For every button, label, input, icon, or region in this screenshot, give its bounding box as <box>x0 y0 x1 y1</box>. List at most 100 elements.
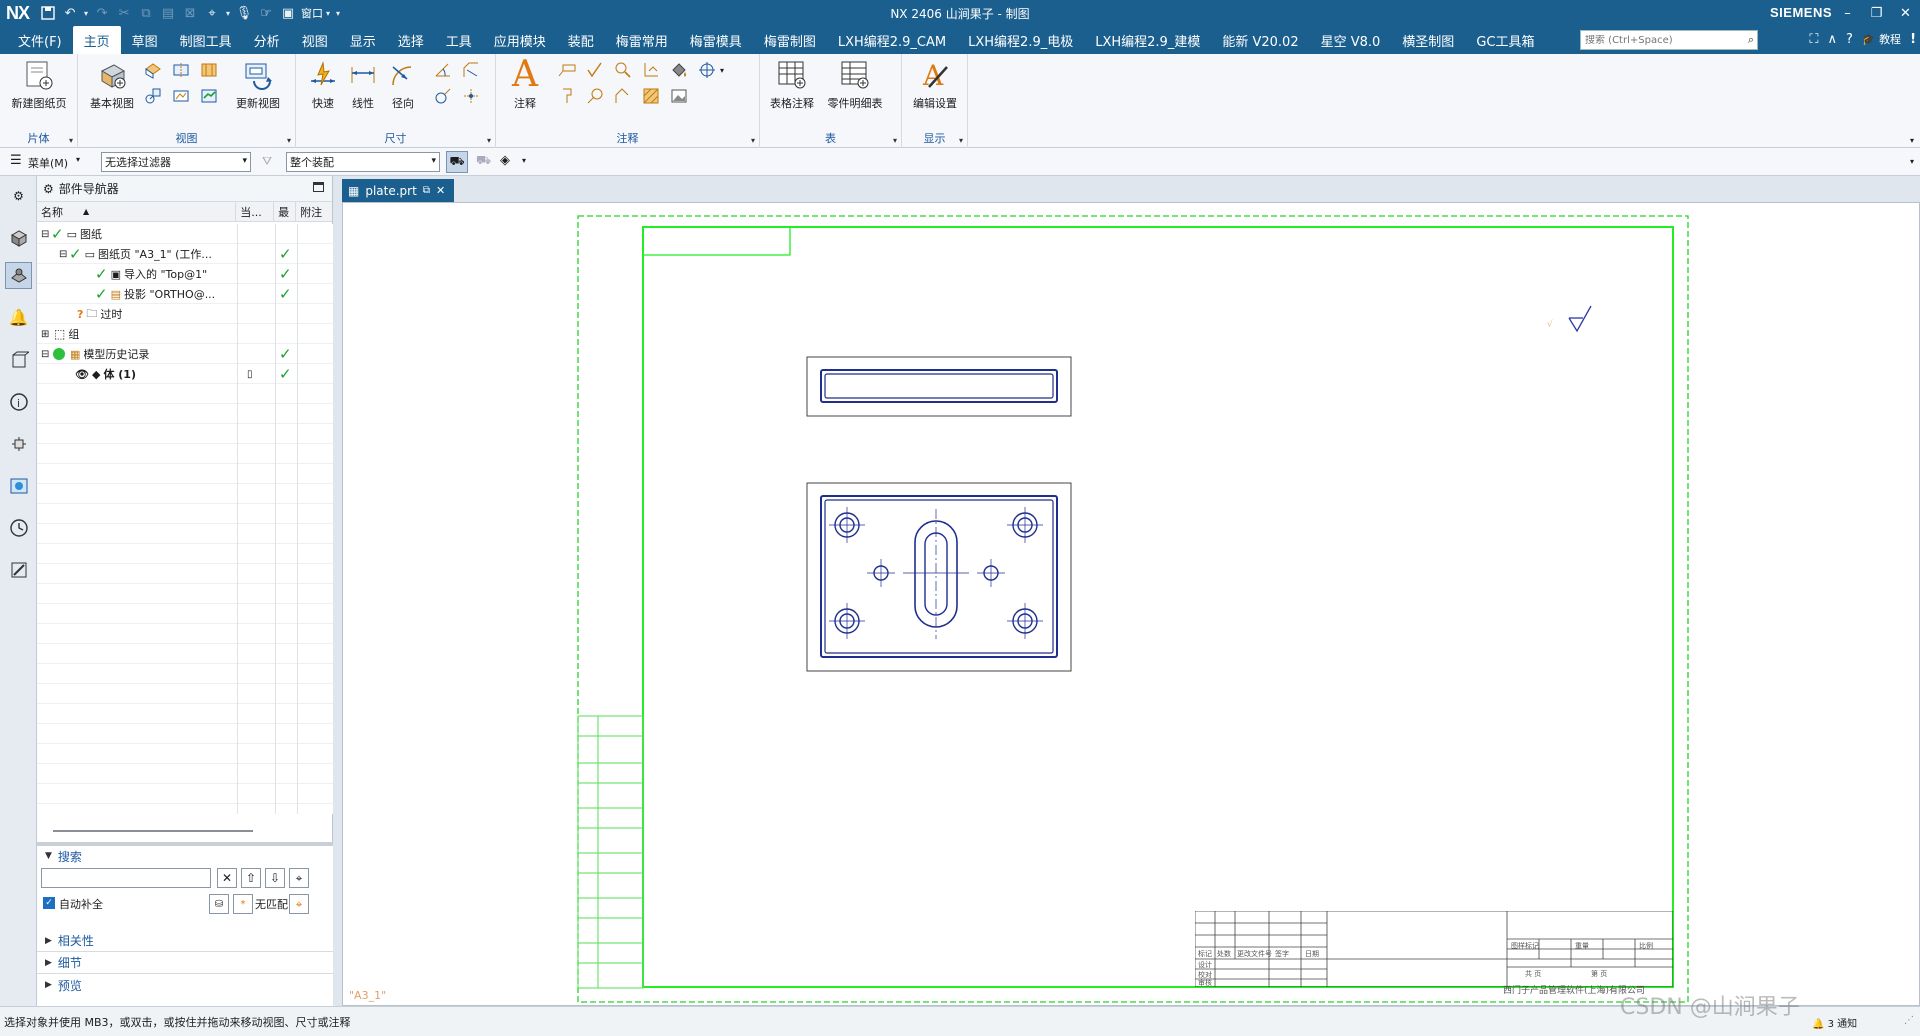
menu-item-12[interactable]: 梅雷模具 <box>679 26 753 54</box>
surface-finish-icon[interactable] <box>582 58 608 82</box>
collapse-icon[interactable]: ⊟ <box>59 249 69 260</box>
chevron-down-icon[interactable]: ▼ <box>45 851 52 861</box>
next-icon[interactable]: ⇩ <box>265 868 285 888</box>
notifications[interactable]: 🔔 3 通知 <box>1812 1015 1857 1030</box>
close-tab-icon[interactable]: ✕ <box>436 184 445 197</box>
tabular-note-button[interactable]: 表格注释 <box>762 58 822 111</box>
column-header-latest[interactable]: 最 <box>274 202 297 221</box>
weld-symbol-icon[interactable] <box>554 84 580 108</box>
microphone-icon[interactable]: 🎙 <box>233 3 255 23</box>
chevron-down-icon[interactable]: ▾ <box>333 3 343 23</box>
visible-eye-icon[interactable]: 👁 <box>75 368 89 381</box>
section-view-icon[interactable] <box>168 58 194 82</box>
maximize-panel-icon[interactable] <box>313 182 324 192</box>
resize-grip-icon[interactable]: ⋰ <box>1904 1015 1914 1026</box>
tutorial-link[interactable]: 🎓 教程 <box>1862 31 1901 47</box>
tree-node-body[interactable]: 👁 ◆ 体 (1) ▯ ✓ <box>37 364 333 384</box>
ribbon-options-icon[interactable]: ▾ <box>1910 136 1914 145</box>
web-browser-icon[interactable] <box>5 472 32 499</box>
restore-icon[interactable]: ❐ <box>1862 0 1891 26</box>
menu-item-13[interactable]: 梅雷制图 <box>753 26 827 54</box>
navigator-search-input[interactable] <box>41 868 211 888</box>
previous-icon[interactable]: ⇧ <box>241 868 261 888</box>
note-button[interactable]: A 注释 <box>498 57 552 111</box>
menu-item-19[interactable]: 横圣制图 <box>1391 26 1465 54</box>
fullscreen-icon[interactable]: ⛶ <box>1809 32 1818 47</box>
document-tab[interactable]: ▦ plate.prt ⧉ ✕ <box>342 179 454 202</box>
projected-view-icon[interactable] <box>140 58 166 82</box>
detail-view-icon[interactable] <box>196 58 222 82</box>
tree-node-drawing[interactable]: ⊟ ✓ ▭ 图纸 <box>37 224 333 244</box>
angular-dimension-icon[interactable] <box>430 58 456 82</box>
window-menu[interactable]: 窗口 <box>301 5 323 21</box>
menu-item-10[interactable]: 装配 <box>557 26 605 54</box>
tree-node-sheet[interactable]: ⊟ ✓ ▭ 图纸页 "A3_1" (工作... ✓ <box>37 244 333 264</box>
menu-item-9[interactable]: 应用模块 <box>483 26 557 54</box>
collapse-icon[interactable]: ⊟ <box>41 229 51 240</box>
menu-item-5[interactable]: 视图 <box>291 26 339 54</box>
locate-icon[interactable]: ⌖ <box>289 868 309 888</box>
save-icon[interactable] <box>37 3 59 23</box>
pop-out-icon[interactable]: ⧉ <box>423 185 430 196</box>
tree-node-outdated[interactable]: ? 🗀 过时 <box>37 304 333 324</box>
window-switch-icon[interactable]: ▣ <box>277 3 299 23</box>
minimize-icon[interactable]: – <box>1833 0 1862 26</box>
selection-filter-select[interactable]: 无选择过滤器 ▾ <box>101 152 251 172</box>
new-sheet-button[interactable]: 新建图纸页 <box>9 58 69 111</box>
reuse-library-icon[interactable] <box>5 346 32 373</box>
menu-item-1[interactable]: 主页 <box>72 26 121 54</box>
menu-item-11[interactable]: 梅雷常用 <box>605 26 679 54</box>
clear-icon[interactable]: ✕ <box>217 868 237 888</box>
chevron-down-icon[interactable]: ▾ <box>893 136 897 145</box>
column-header-name[interactable]: 名称 ▲ <box>37 202 237 221</box>
settings-icon[interactable]: ⚙ <box>5 182 32 209</box>
break-view-icon[interactable] <box>140 84 166 108</box>
tree-node-projected-view[interactable]: ✓ ▤ 投影 "ORTHO@... ✓ <box>37 284 333 304</box>
match-highlight-icon[interactable]: ⌖ <box>289 894 309 914</box>
menu-item-17[interactable]: 能新 V20.02 <box>1211 26 1309 54</box>
view-boundary-icon[interactable] <box>168 84 194 108</box>
edit-settings-button[interactable]: A 编辑设置 <box>905 58 965 111</box>
menu-item-14[interactable]: LXH编程2.9_CAM <box>827 26 957 54</box>
chevron-down-icon[interactable]: ▾ <box>81 3 91 23</box>
chevron-down-icon[interactable]: ▾ <box>487 136 491 145</box>
ordinate-dimension-icon[interactable] <box>458 84 484 108</box>
alert-icon[interactable]: ! <box>1910 32 1916 47</box>
menu-icon[interactable]: ☰ <box>10 153 22 168</box>
menu-item-3[interactable]: 制图工具 <box>169 26 243 54</box>
hatch-icon[interactable] <box>638 84 664 108</box>
bell-icon[interactable]: 🔔 <box>5 304 32 331</box>
select-tool-icon[interactable]: ⛟ <box>446 151 468 173</box>
process-studio-icon[interactable] <box>5 430 32 457</box>
chamfer-dimension-icon[interactable] <box>458 58 484 82</box>
ribbon-collapse-icon[interactable]: ∧ <box>1827 32 1837 47</box>
target-point-icon[interactable] <box>582 84 608 108</box>
part-navigator-icon[interactable] <box>5 262 32 289</box>
datum-target-icon[interactable] <box>638 58 664 82</box>
command-search[interactable]: ⌕ <box>1580 30 1758 50</box>
parts-list-button[interactable]: 零件明细表 <box>822 58 888 111</box>
leader-icon[interactable] <box>610 84 636 108</box>
snap-point-icon[interactable]: ◈ <box>500 153 510 168</box>
chevron-down-icon[interactable]: ▾ <box>522 156 526 165</box>
chevron-down-icon[interactable]: ▾ <box>323 3 333 23</box>
roles-icon[interactable] <box>5 556 32 583</box>
chevron-down-icon[interactable]: ▾ <box>287 136 291 145</box>
chevron-down-icon[interactable]: ▾ <box>223 3 233 23</box>
base-view-button[interactable]: 基本视图 <box>82 58 142 111</box>
column-header-note[interactable]: 附注 <box>296 202 332 221</box>
help-icon[interactable]: ? <box>1846 32 1853 47</box>
image-icon[interactable] <box>666 84 692 108</box>
expand-icon[interactable]: ⊞ <box>41 329 51 340</box>
chevron-down-icon[interactable]: ▾ <box>69 136 73 145</box>
section-dependencies[interactable]: ▶ 相关性 <box>37 930 333 952</box>
menu-button[interactable]: 菜单(M) <box>28 155 68 171</box>
chevron-down-icon[interactable]: ▾ <box>76 155 80 164</box>
radial-dimension-button[interactable]: 径向 <box>376 58 430 111</box>
more-chevron-icon[interactable]: ▾ <box>716 58 728 82</box>
menu-item-2[interactable]: 草图 <box>121 26 169 54</box>
menu-item-0[interactable]: 文件(F) <box>0 26 73 54</box>
search-icon[interactable]: ⌕ <box>1748 33 1754 47</box>
menu-item-7[interactable]: 选择 <box>387 26 435 54</box>
tree-node-model-history[interactable]: ⊟ ▦ 模型历史记录 ✓ <box>37 344 333 364</box>
